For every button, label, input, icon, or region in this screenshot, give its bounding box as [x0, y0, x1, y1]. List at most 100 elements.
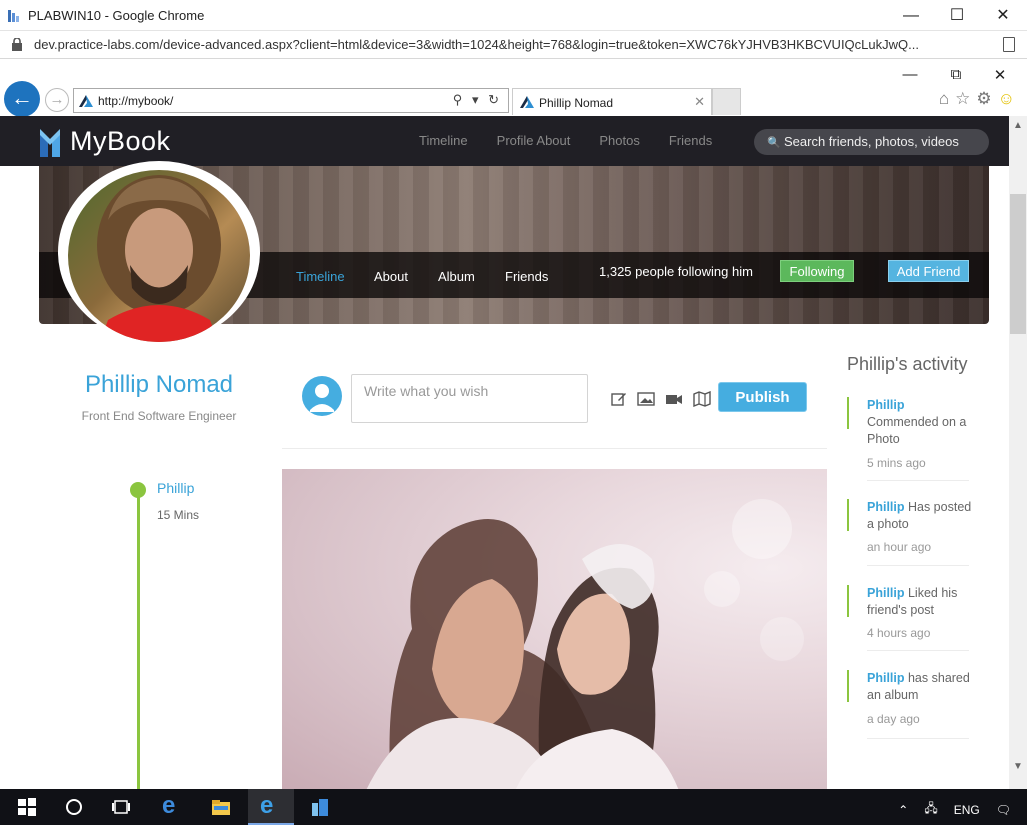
timeline-line — [137, 492, 140, 789]
feedback-smiley-icon[interactable]: ☺ — [998, 89, 1021, 108]
server-manager-icon[interactable] — [310, 797, 330, 817]
tab-timeline[interactable]: Timeline — [296, 269, 345, 284]
tray-chevron-icon[interactable]: ⌃ — [898, 803, 908, 817]
new-tab-button[interactable] — [712, 88, 741, 115]
tab-favicon-icon — [520, 96, 534, 108]
home-icon[interactable]: ⌂ — [939, 89, 955, 108]
map-icon[interactable] — [693, 391, 711, 407]
lock-icon — [12, 38, 22, 51]
ie-minimize-button[interactable]: — — [900, 66, 920, 83]
nav-profile-about[interactable]: Profile About — [497, 133, 571, 148]
activity-divider — [867, 650, 969, 651]
ie-address-bar[interactable]: http://mybook/ ⚲ ▾ ↻ — [73, 88, 509, 113]
browser-tab[interactable]: Phillip Nomad ✕ — [512, 88, 712, 115]
activity-who[interactable]: Phillip — [867, 671, 905, 685]
search-icon[interactable]: ⚲ — [453, 92, 466, 107]
edge-browser-icon[interactable]: e — [162, 792, 186, 819]
search-icon: 🔍 — [767, 137, 781, 149]
activity-marker — [847, 585, 849, 617]
tab-about[interactable]: About — [374, 269, 408, 284]
composer-placeholder: Write what you wish — [364, 383, 489, 399]
chrome-url[interactable]: dev.practice-labs.com/device-advanced.as… — [34, 37, 919, 52]
ie-url[interactable]: http://mybook/ — [98, 94, 173, 108]
minimize-button[interactable]: — — [900, 5, 922, 27]
windows-taskbar: e e ⌃ 🖧 ENG 🗨 — [0, 789, 1027, 825]
internet-explorer-icon[interactable]: e — [260, 792, 284, 819]
notifications-icon[interactable]: 🗨 — [996, 803, 1011, 817]
ie-restore-button[interactable]: ⧉ — [946, 66, 966, 83]
activity-marker — [847, 670, 849, 702]
user-avatar-icon — [302, 376, 342, 416]
activity-text: Phillip Liked his friend's post — [867, 585, 975, 619]
profile-avatar[interactable] — [58, 161, 260, 343]
followers-count: 1,325 people following him — [599, 264, 753, 279]
refresh-icon[interactable]: ↻ — [488, 92, 502, 107]
scroll-down-icon[interactable]: ▼ — [1009, 761, 1027, 772]
nav-photos[interactable]: Photos — [599, 133, 639, 148]
forward-button[interactable]: → — [45, 88, 69, 112]
maximize-button[interactable]: ☐ — [946, 5, 968, 27]
app-icon — [8, 10, 19, 22]
following-button[interactable]: Following — [780, 260, 854, 282]
mybook-logo-text[interactable]: MyBook — [70, 126, 171, 157]
profile-name[interactable]: Phillip Nomad — [60, 371, 258, 399]
back-button[interactable]: ← — [4, 81, 40, 117]
page-scrollbar[interactable]: ▲ ▼ — [1009, 116, 1027, 789]
close-button[interactable]: ✕ — [992, 5, 1014, 27]
tab-close-icon[interactable]: ✕ — [694, 94, 705, 110]
windows-start-icon[interactable] — [17, 797, 37, 817]
composer-tools — [611, 391, 711, 407]
profile-role: Front End Software Engineer — [81, 409, 237, 423]
post-composer-input[interactable]: Write what you wish — [351, 374, 588, 423]
activity-text: Phillip has shared an album — [867, 670, 975, 704]
activity-who[interactable]: Phillip — [867, 586, 905, 600]
activity-divider — [867, 738, 969, 739]
ie-toolbar: — ⧉ ✕ ← → http://mybook/ ⚲ ▾ ↻ Phillip N… — [0, 59, 1027, 117]
tab-title: Phillip Nomad — [539, 96, 614, 110]
add-friend-button[interactable]: Add Friend — [888, 260, 969, 282]
image-icon[interactable] — [637, 391, 655, 407]
document-icon[interactable] — [1003, 37, 1015, 52]
network-icon[interactable]: 🖧 — [924, 799, 937, 820]
scrollbar-thumb[interactable] — [1010, 194, 1026, 334]
ie-close-button[interactable]: ✕ — [990, 66, 1010, 84]
activity-time: a day ago — [867, 712, 920, 726]
chrome-address-bar[interactable]: dev.practice-labs.com/device-advanced.as… — [0, 31, 1027, 59]
task-view-icon[interactable] — [111, 797, 131, 817]
activity-text: Phillip Has posted a photo — [867, 499, 975, 533]
dropdown-icon[interactable]: ▾ — [472, 92, 482, 107]
language-indicator[interactable]: ENG — [954, 803, 980, 817]
system-tray: ⌃ 🖧 ENG 🗨 — [898, 799, 1011, 820]
activity-divider — [867, 565, 969, 566]
composer-divider — [282, 448, 827, 449]
file-explorer-icon[interactable] — [211, 797, 231, 817]
site-favicon-icon — [79, 95, 93, 107]
timeline-dot — [130, 482, 146, 498]
ie-right-icons: ⌂☆⚙☺ — [939, 89, 1021, 109]
video-icon[interactable] — [665, 391, 683, 407]
activity-who[interactable]: Phillip — [867, 398, 905, 412]
tab-friends[interactable]: Friends — [505, 269, 548, 284]
mybook-logo-icon — [40, 129, 60, 157]
address-tools[interactable]: ⚲ ▾ ↻ — [453, 92, 502, 108]
publish-button[interactable]: Publish — [718, 382, 807, 412]
search-input[interactable]: 🔍 Search friends, photos, videos — [754, 129, 989, 155]
search-circle-icon[interactable] — [64, 797, 84, 817]
nav-timeline[interactable]: Timeline — [419, 133, 468, 148]
post-photo[interactable] — [282, 469, 827, 789]
settings-gear-icon[interactable]: ⚙ — [976, 89, 997, 108]
activity-divider — [867, 480, 969, 481]
search-placeholder: Search friends, photos, videos — [784, 134, 959, 149]
nav-friends[interactable]: Friends — [669, 133, 712, 148]
activity-marker — [847, 397, 849, 429]
favorites-star-icon[interactable]: ☆ — [955, 89, 976, 108]
chrome-title-bar: PLABWIN10 - Google Chrome — ☐ ✕ — [0, 0, 1027, 31]
tab-album[interactable]: Album — [438, 269, 475, 284]
scroll-up-icon[interactable]: ▲ — [1009, 120, 1027, 131]
activity-title: Phillip's activity — [847, 354, 968, 374]
edit-icon[interactable] — [611, 391, 627, 407]
activity-text: Phillip Commended on a Photo — [867, 397, 975, 448]
activity-who[interactable]: Phillip — [867, 500, 905, 514]
activity-action: Commended on a Photo — [867, 415, 967, 446]
post-author[interactable]: Phillip — [157, 480, 194, 496]
